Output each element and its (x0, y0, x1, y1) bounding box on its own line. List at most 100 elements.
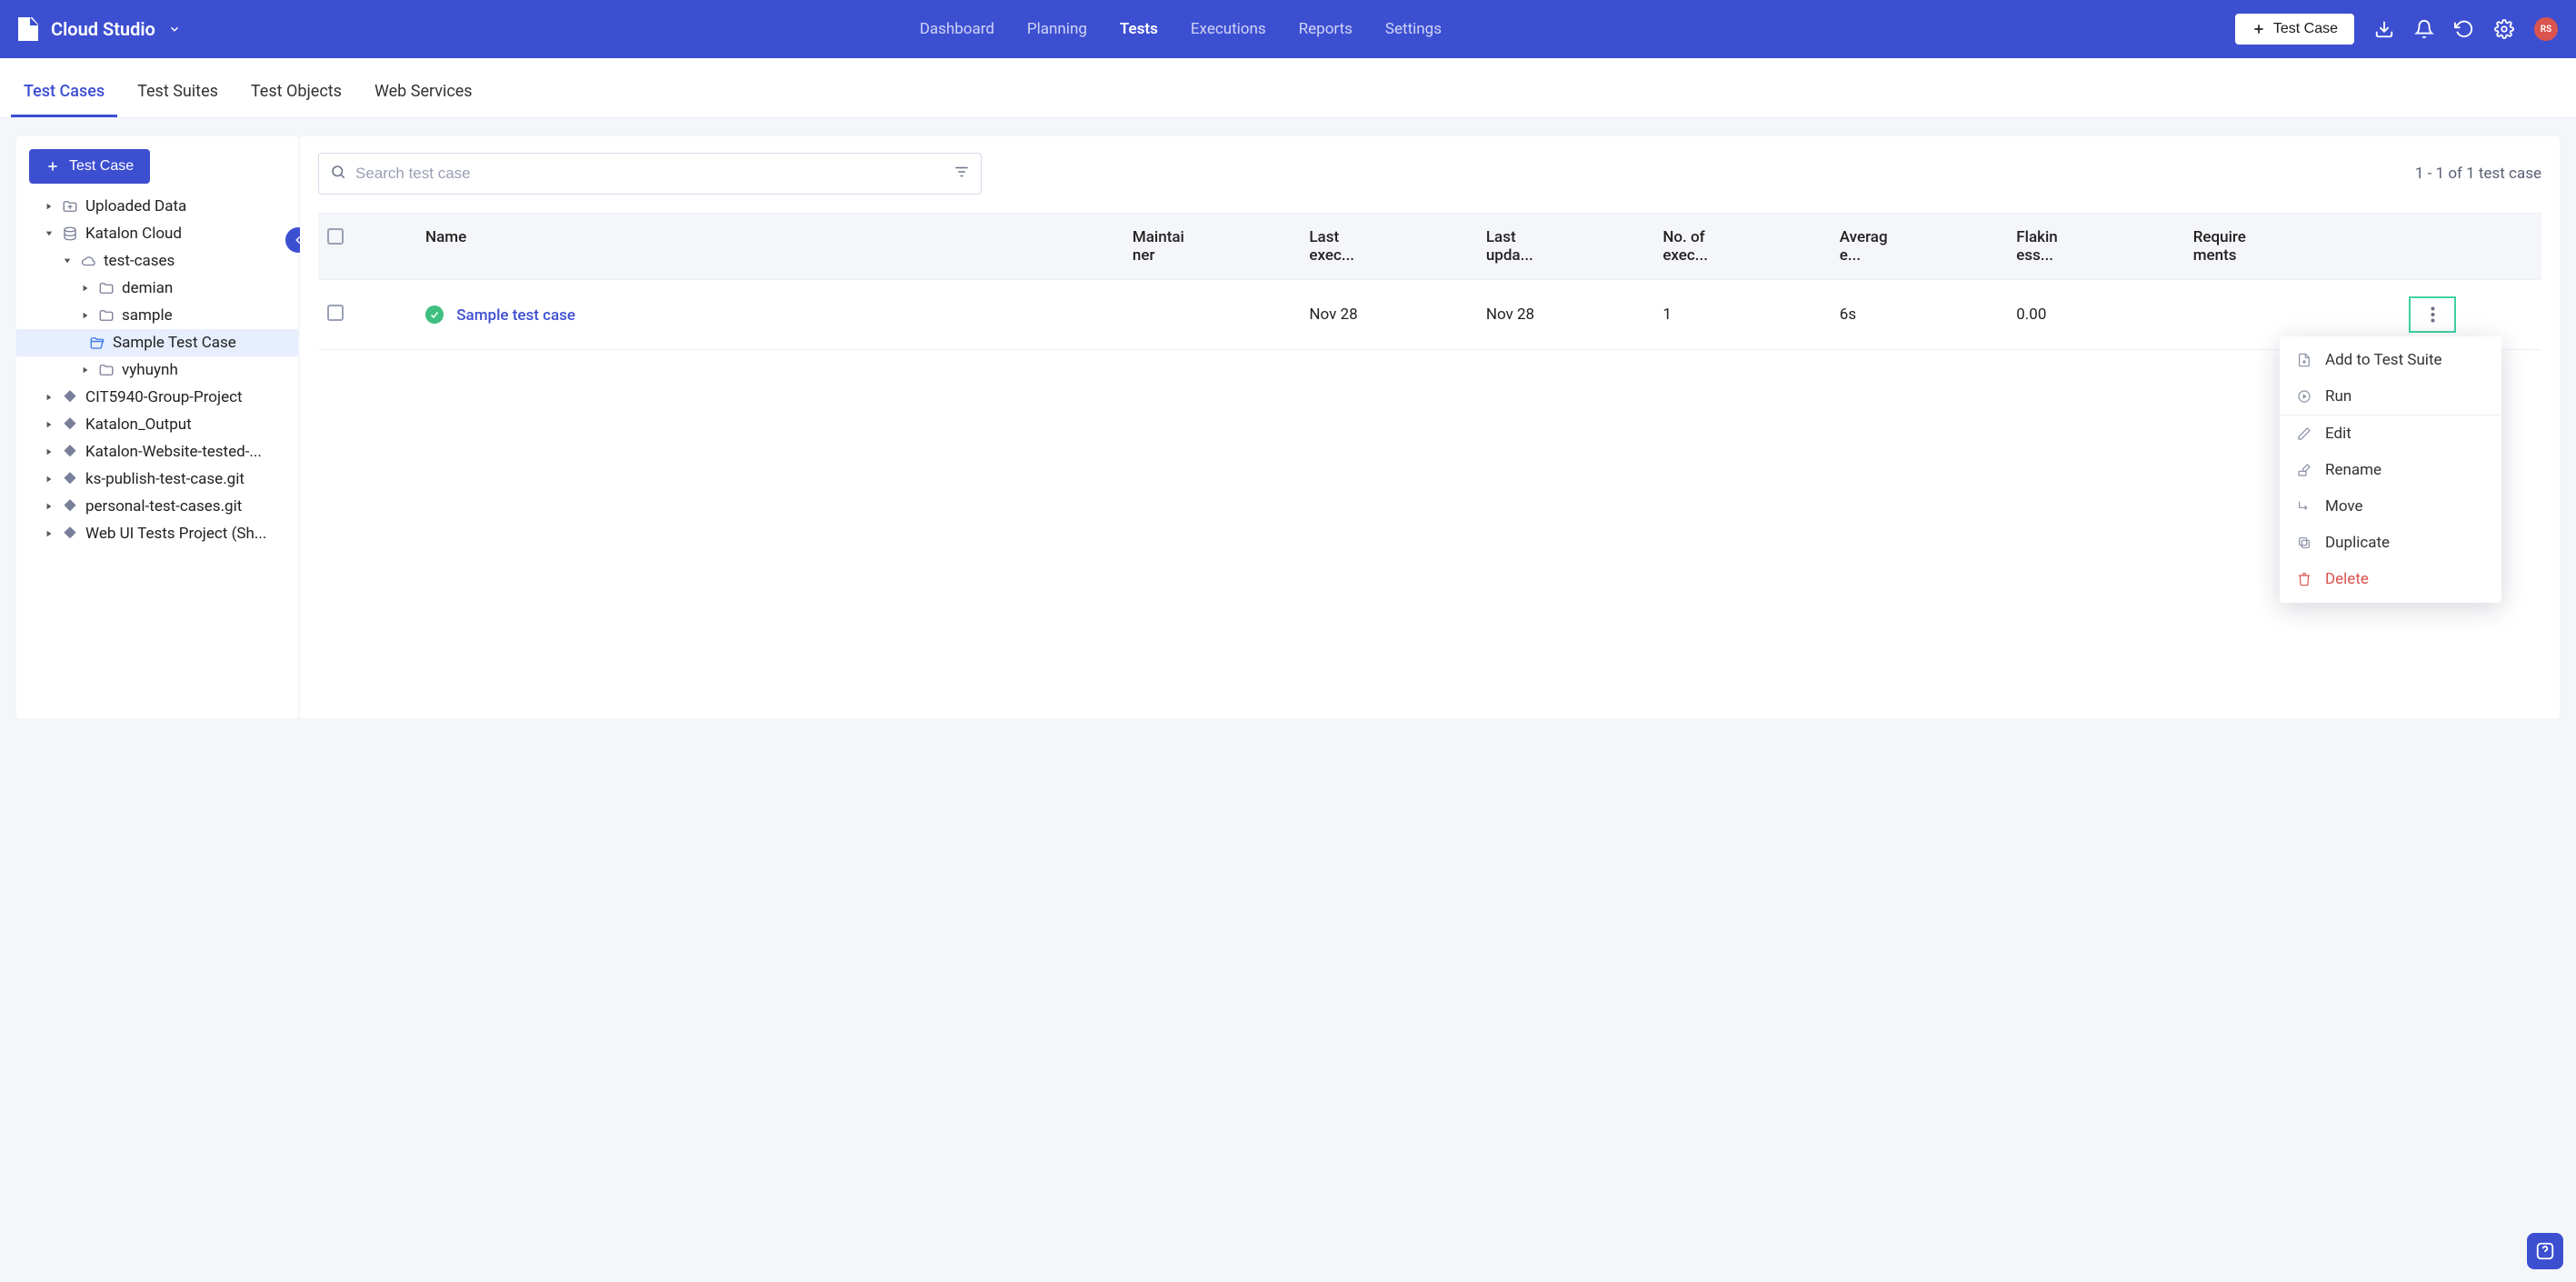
nav-tests[interactable]: Tests (1120, 20, 1158, 38)
tree-item-demian[interactable]: demian (16, 275, 298, 302)
nav-reports[interactable]: Reports (1299, 20, 1353, 38)
new-testcase-button[interactable]: Test Case (2235, 14, 2354, 45)
menu-edit[interactable]: Edit (2280, 415, 2501, 452)
top-nav: Dashboard Planning Tests Executions Repo… (126, 20, 2235, 38)
caret-right-icon (44, 394, 55, 401)
top-right: Test Case RS (2235, 14, 2558, 45)
menu-delete[interactable]: Delete (2280, 561, 2501, 597)
caret-right-icon (80, 285, 91, 292)
tree-item-katalon-website[interactable]: Katalon-Website-tested-... (16, 438, 298, 466)
repo-icon (62, 416, 78, 433)
duplicate-icon (2296, 535, 2312, 551)
menu-label: Move (2325, 497, 2363, 516)
tree-item-sample[interactable]: sample (16, 302, 298, 329)
caret-right-icon (44, 476, 55, 483)
tree-label: sample (122, 306, 173, 325)
row-last-updated: Nov 28 (1477, 280, 1653, 350)
download-icon[interactable] (2374, 19, 2394, 39)
row-no-exec: 1 (1653, 280, 1830, 350)
tree-item-katalon-cloud[interactable]: Katalon Cloud (16, 220, 298, 247)
tree-item-uploaded-data[interactable]: Uploaded Data (16, 193, 298, 220)
help-button[interactable] (2527, 1233, 2563, 1269)
caret-right-icon (44, 203, 55, 210)
rename-icon (2296, 462, 2312, 478)
content-toolbar: 1 - 1 of 1 test case (318, 153, 2541, 195)
tree-label: Uploaded Data (85, 197, 186, 215)
col-last-updated: Last upda... (1477, 214, 1653, 280)
search-wrap (318, 153, 982, 195)
caret-right-icon (44, 503, 55, 510)
repo-icon (62, 498, 78, 515)
col-last-exec: Last exec... (1300, 214, 1476, 280)
caret-right-icon (44, 530, 55, 537)
tree-item-webui[interactable]: Web UI Tests Project (Sh... (16, 520, 298, 547)
tree-item-test-cases[interactable]: test-cases (16, 247, 298, 275)
sidebar: Test Case Uploaded Data Katalon Cloud te… (16, 136, 298, 718)
tab-test-cases[interactable]: Test Cases (24, 65, 105, 117)
doc-plus-icon (2296, 352, 2312, 368)
menu-label: Run (2325, 387, 2351, 406)
folder-icon (98, 307, 115, 324)
nav-planning[interactable]: Planning (1027, 20, 1087, 38)
add-testcase-button[interactable]: Test Case (29, 149, 150, 184)
tree-label: Katalon_Output (85, 416, 192, 434)
bell-icon[interactable] (2414, 19, 2434, 39)
context-menu: Add to Test Suite Run Edit Rename Move D… (2280, 336, 2501, 603)
row-name[interactable]: Sample test case (456, 306, 575, 325)
tree-item-vyhuynh[interactable]: vyhuynh (16, 356, 298, 384)
table-row[interactable]: Sample test case Nov 28 Nov 28 1 6s 0.00 (318, 280, 2541, 350)
cloud-icon (80, 253, 96, 269)
filter-icon[interactable] (954, 164, 970, 184)
row-checkbox[interactable] (327, 305, 344, 321)
play-icon (2296, 388, 2312, 405)
topbar: Cloud Studio Dashboard Planning Tests Ex… (0, 0, 2576, 58)
history-icon[interactable] (2454, 19, 2474, 39)
row-flakiness: 0.00 (2007, 280, 2183, 350)
tree: Uploaded Data Katalon Cloud test-cases d… (16, 193, 298, 547)
gear-icon[interactable] (2494, 19, 2514, 39)
tree-label: ks-publish-test-case.git (85, 470, 245, 488)
row-actions-button[interactable] (2409, 296, 2456, 333)
col-maintainer: Maintai ner (1123, 214, 1300, 280)
menu-duplicate[interactable]: Duplicate (2280, 525, 2501, 561)
tree-item-sample-test-case[interactable]: Sample Test Case (16, 329, 298, 356)
tree-label: Katalon-Website-tested-... (85, 443, 262, 461)
tree-label: Sample Test Case (113, 334, 236, 352)
tree-item-ks-publish[interactable]: ks-publish-test-case.git (16, 466, 298, 493)
caret-right-icon (44, 421, 55, 428)
subnav: Test Cases Test Suites Test Objects Web … (0, 58, 2576, 118)
add-testcase-label: Test Case (69, 158, 134, 175)
menu-rename[interactable]: Rename (2280, 452, 2501, 488)
tree-item-personal[interactable]: personal-test-cases.git (16, 493, 298, 520)
workspace: Test Case Uploaded Data Katalon Cloud te… (0, 118, 2576, 736)
nav-executions[interactable]: Executions (1191, 20, 1266, 38)
avatar[interactable]: RS (2534, 17, 2558, 41)
menu-move[interactable]: Move (2280, 488, 2501, 525)
tree-label: vyhuynh (122, 361, 178, 379)
tab-test-suites[interactable]: Test Suites (137, 65, 218, 117)
select-all-checkbox[interactable] (327, 228, 344, 245)
menu-label: Delete (2325, 570, 2369, 588)
tree-label: Katalon Cloud (85, 225, 182, 243)
tree-item-cit5940[interactable]: CIT5940-Group-Project (16, 384, 298, 411)
tree-label: demian (122, 279, 173, 297)
menu-run[interactable]: Run (2280, 378, 2501, 415)
caret-right-icon (80, 366, 91, 374)
folder-icon (98, 280, 115, 296)
tree-item-katalon-output[interactable]: Katalon_Output (16, 411, 298, 438)
menu-add-to-suite[interactable]: Add to Test Suite (2280, 342, 2501, 378)
col-avg: Averag e... (1831, 214, 2007, 280)
repo-icon (62, 444, 78, 460)
nav-settings[interactable]: Settings (1385, 20, 1442, 38)
pencil-icon (2296, 426, 2312, 442)
menu-label: Duplicate (2325, 534, 2390, 552)
search-input[interactable] (355, 165, 944, 183)
pagination-text: 1 - 1 of 1 test case (2415, 165, 2541, 183)
tree-label: test-cases (104, 252, 175, 270)
tab-web-services[interactable]: Web Services (374, 65, 473, 117)
tab-test-objects[interactable]: Test Objects (251, 65, 342, 117)
nav-dashboard[interactable]: Dashboard (920, 20, 994, 38)
row-maintainer (1123, 280, 1300, 350)
status-ok-icon (425, 305, 444, 324)
folder-icon (98, 362, 115, 378)
